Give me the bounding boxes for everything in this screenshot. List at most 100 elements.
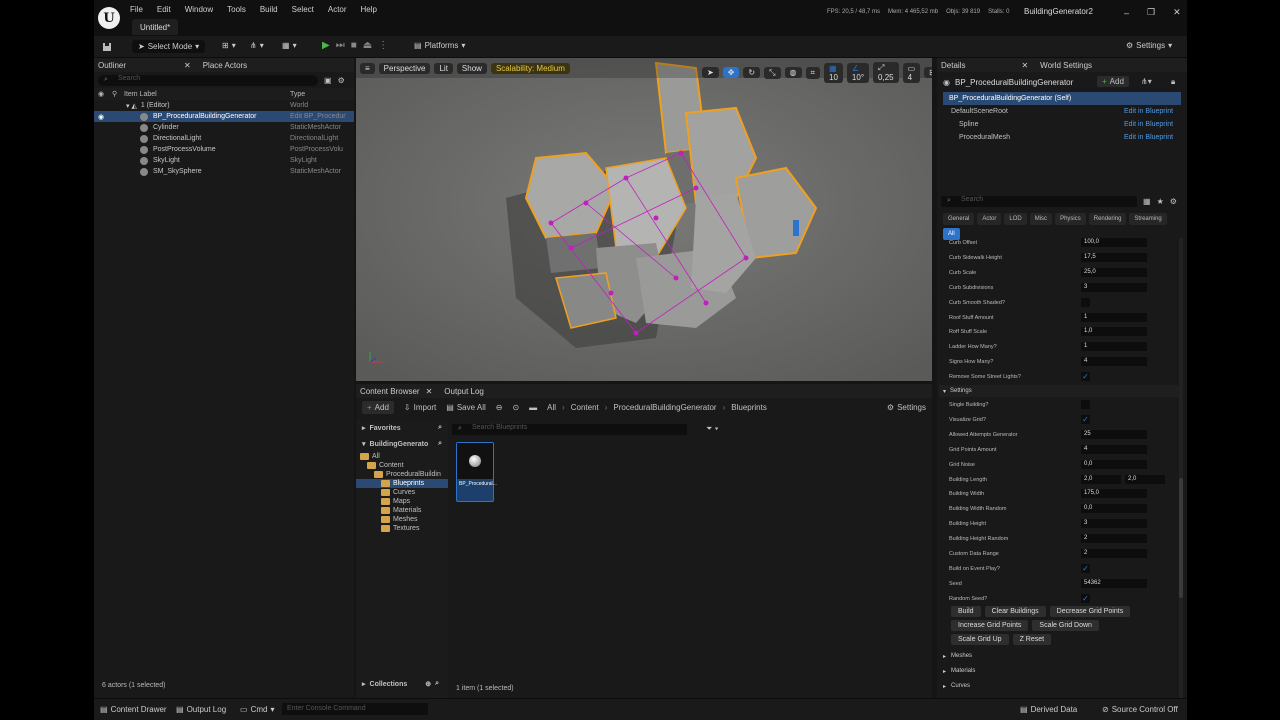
add-actor-button[interactable]: ⊞ ▾ [222,41,236,50]
menu-item-window[interactable]: Window [185,5,213,14]
settings-button[interactable]: ⚙ Settings ▾ [1126,41,1172,50]
eye-icon[interactable]: ◉ [98,90,104,98]
close-tab-icon[interactable]: ✕ [426,387,433,396]
platforms-button[interactable]: ▤ Platforms ▾ [414,41,465,50]
item-label-column[interactable]: Item Label [124,91,157,98]
outliner-row[interactable]: SM_SkySphere StaticMeshActor [94,166,354,177]
scale-grid-up-button[interactable]: Scale Grid Up [951,634,1009,645]
folder-tree-item[interactable]: All [356,452,448,461]
property-value-field[interactable]: 0,0 [1081,459,1147,469]
settings-section-header[interactable]: ▾ Settings [939,385,1183,397]
property-value-field-2[interactable]: 2,0 [1125,474,1165,484]
level-tab[interactable]: Untitled* [132,19,179,35]
add-folder-icon[interactable]: ▣ [324,76,332,85]
translate-tool-icon[interactable]: ✥ [722,67,740,78]
property-value-field[interactable]: 2 [1081,549,1147,558]
scrollbar-thumb[interactable] [1179,478,1183,598]
outliner-row[interactable]: Cylinder StaticMeshActor [94,122,354,133]
history-forward-icon[interactable]: ⊙ [512,403,519,412]
folder-tree-item[interactable]: ProceduralBuildin [356,470,448,479]
outliner-row-type[interactable]: Edit BP_Procedur [290,113,346,120]
details-tab[interactable]: Details [941,61,965,70]
category-tab-physics[interactable]: Physics [1055,213,1086,225]
search-icon[interactable]: ⌕ [438,424,442,432]
outliner-row[interactable]: ◉ BP_ProceduralBuildingGenerator Edit BP_P… [94,111,354,122]
category-tab-rendering[interactable]: Rendering [1088,213,1127,225]
menu-item-tools[interactable]: Tools [227,5,246,14]
breadcrumb-item[interactable]: Blueprints [731,403,767,412]
cb-settings-button[interactable]: ⚙ Settings [887,403,926,412]
grid-snap-button[interactable]: ▦ 10 [824,62,843,83]
outliner-search-input[interactable]: ⌕ Search [98,74,318,86]
outliner-tab[interactable]: Outliner [98,61,126,70]
property-value-field[interactable]: 3 [1081,519,1147,529]
world-space-icon[interactable]: ◍ [784,67,802,78]
menu-item-edit[interactable]: Edit [157,5,171,14]
add-collection-icon[interactable]: ⊕ [425,680,431,688]
grid-view-icon[interactable]: ▦ [1143,197,1151,206]
z-reset-button[interactable]: Z Reset [1012,634,1052,645]
perspective-button[interactable]: Perspective [378,62,431,74]
console-input[interactable]: Enter Console Command [282,703,428,715]
menu-item-select[interactable]: Select [292,5,314,14]
favorites-header[interactable]: ▸ Favorites ⌕ [356,420,448,436]
scale-snap-button[interactable]: ⤢ 0,25 [873,62,899,83]
add-component-button[interactable]: + Add [1097,76,1129,87]
maximize-viewport-icon[interactable]: ⊞ [924,67,932,78]
derived-data-button[interactable]: ▤ Derived Data [1020,705,1077,714]
breadcrumb-item[interactable]: All [547,403,556,412]
output-log-button[interactable]: ▤ Output Log [176,705,226,714]
scale-tool-icon[interactable]: ⤡ [764,66,781,79]
folder-tree-item[interactable]: Materials [356,506,448,515]
output-log-tab[interactable]: Output Log [444,387,484,396]
category-tab-lod[interactable]: LOD [1004,213,1027,225]
source-control-button[interactable]: ⊘ Source Control Off [1102,705,1178,714]
build-button[interactable]: Build [951,606,981,617]
property-checkbox[interactable]: ✓ [1081,372,1090,382]
section-header-meshes[interactable]: ▸ Meshes [939,650,1183,662]
search-icon[interactable]: ⌕ [435,680,439,688]
gear-icon[interactable]: ⚙ [338,76,345,85]
menu-item-help[interactable]: Help [361,5,377,14]
property-value-field[interactable]: 3 [1081,282,1147,292]
folder-tree-item[interactable]: Meshes [356,515,448,524]
property-value-field[interactable]: 25,0 [1081,267,1147,277]
add-button[interactable]: + Add [362,400,394,414]
type-column[interactable]: Type [290,91,305,98]
cinematics-button[interactable]: ▦ ▾ [282,41,297,50]
place-actors-tab[interactable]: Place Actors [203,61,247,70]
property-checkbox[interactable]: ✓ [1081,563,1090,573]
menu-item-actor[interactable]: Actor [328,5,347,14]
property-value-field[interactable]: 0,0 [1081,504,1147,514]
close-tab-icon[interactable]: ✕ [184,61,191,70]
scale-grid-down-button[interactable]: Scale Grid Down [1032,620,1099,631]
outliner-row[interactable]: PostProcessVolume PostProcessVolu [94,144,354,155]
property-value-field[interactable]: 17,5 [1081,252,1147,262]
blueprint-button[interactable]: ⋔ ▾ [250,41,264,50]
pin-icon[interactable]: ⚲ [112,90,117,98]
breadcrumb-item[interactable]: Content [571,403,599,412]
close-tab-icon[interactable]: ✕ [1021,61,1028,70]
edit-in-blueprint-link[interactable]: Edit in Blueprint [1124,134,1173,141]
details-scrollbar[interactable] [1179,238,1183,698]
gizmo-icon[interactable] [793,220,799,236]
advance-frame-icon[interactable]: ⏭ [336,40,345,51]
component-row[interactable]: DefaultSceneRoot Edit in Blueprint [937,105,1187,118]
folder-tree-item[interactable]: Maps [356,497,448,506]
property-value-field[interactable]: 175,0 [1081,489,1147,499]
category-tab-streaming[interactable]: Streaming [1129,213,1167,225]
scalability-badge[interactable]: Scalability: Medium [490,62,570,74]
unreal-logo-icon[interactable]: U [98,7,120,29]
lock-icon[interactable]: 🔒︎ [1171,77,1175,87]
property-value-field[interactable]: 1 [1081,312,1147,322]
property-value-field[interactable]: 54362 [1081,578,1147,588]
surface-snap-icon[interactable]: ⌗ [805,66,821,79]
viewport-menu-icon[interactable]: ≡ [360,62,375,74]
asset-tile[interactable]: BP_Procedural... [456,442,497,502]
category-tab-general[interactable]: General [943,213,975,225]
property-value-field[interactable]: 2 [1081,534,1147,544]
outliner-row[interactable]: DirectionalLight DirectionalLight [94,133,354,144]
world-settings-tab[interactable]: World Settings [1040,61,1092,70]
history-back-icon[interactable]: ⊖ [496,403,503,412]
maximize-icon[interactable]: ❐ [1147,7,1155,18]
